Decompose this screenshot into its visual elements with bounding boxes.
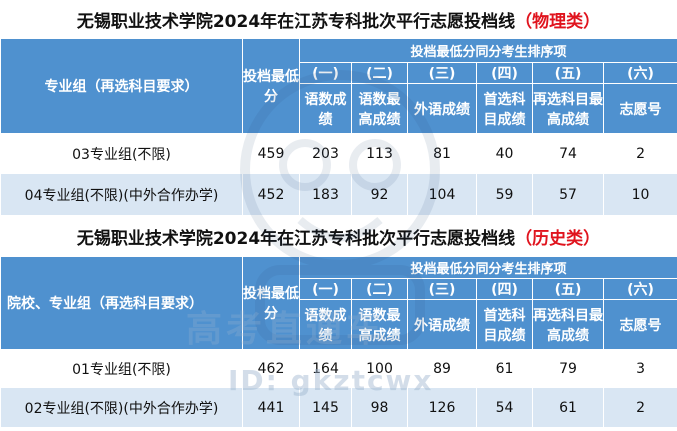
physics-category: （物理类） <box>515 11 601 32</box>
physics-rank-name-3: 外语成绩 <box>407 83 477 134</box>
rank-cell: 61 <box>476 349 533 388</box>
physics-rank-num-3: (三) <box>407 62 477 84</box>
physics-rank-num-1: (一) <box>299 62 352 84</box>
history-rank-num-6: (六) <box>602 278 677 300</box>
physics-rank-name-1: 语数成绩 <box>299 83 352 134</box>
table-row: 04专业组(不限)(中外合作办学) 452 183 92 104 59 57 1… <box>0 173 677 216</box>
group-cell: 04专业组(不限)(中外合作办学) <box>0 173 243 216</box>
history-title-row: 无锡职业技术学院2024年在江苏专科批次平行志愿投档线 （历史类） <box>0 216 677 256</box>
physics-table: 专业组（再选科目要求） 投档最低分 投档最低分同分考生排序项 (一) (二) (… <box>0 38 677 216</box>
rank-cell: 104 <box>407 173 477 216</box>
history-rank-name-1: 语数成绩 <box>299 299 352 350</box>
rank-cell: 3 <box>602 349 677 388</box>
physics-col-min: 投档最低分 <box>242 38 300 134</box>
physics-rank-num-5: (五) <box>532 62 604 84</box>
rank-cell: 61 <box>532 387 604 428</box>
physics-title-row: 无锡职业技术学院2024年在江苏专科批次平行志愿投档线 （物理类） <box>0 0 677 38</box>
history-col-min: 投档最低分 <box>242 256 300 350</box>
physics-rank-num-4: (四) <box>476 62 533 84</box>
history-rank-num-4: (四) <box>476 278 533 300</box>
rank-cell: 164 <box>299 349 352 388</box>
group-cell: 03专业组(不限) <box>0 133 243 174</box>
physics-title: 无锡职业技术学院2024年在江苏专科批次平行志愿投档线 <box>76 11 516 32</box>
history-rank-name-2: 语数最高成绩 <box>351 299 408 350</box>
rank-cell: 74 <box>532 133 604 174</box>
group-cell: 02专业组(不限)(中外合作办学) <box>0 387 243 428</box>
rank-cell: 81 <box>407 133 477 174</box>
history-table: 院校、专业组（再选科目要求） 投档最低分 投档最低分同分考生排序项 (一) (二… <box>0 256 677 428</box>
rank-cell: 10 <box>602 173 677 216</box>
history-rank-name-4: 首选科目成绩 <box>476 299 533 350</box>
history-rank-num-2: (二) <box>351 278 408 300</box>
rank-cell: 113 <box>351 133 408 174</box>
history-rank-num-1: (一) <box>299 278 352 300</box>
min-score-cell: 452 <box>242 173 300 216</box>
physics-rank-num-2: (二) <box>351 62 408 84</box>
rank-cell: 92 <box>351 173 408 216</box>
physics-rank-num-6: (六) <box>602 62 677 84</box>
history-rank-num-3: (三) <box>407 278 477 300</box>
rank-cell: 100 <box>351 349 408 388</box>
rank-cell: 98 <box>351 387 408 428</box>
history-col-group: 院校、专业组（再选科目要求） <box>0 256 243 350</box>
rank-cell: 59 <box>476 173 533 216</box>
rank-cell: 183 <box>299 173 352 216</box>
rank-cell: 145 <box>299 387 352 428</box>
min-score-cell: 441 <box>242 387 300 428</box>
physics-col-group: 专业组（再选科目要求） <box>0 38 243 134</box>
rank-cell: 54 <box>476 387 533 428</box>
history-col-min-label: 投档最低分 <box>243 286 299 322</box>
history-rank-name-5: 再选科目最高成绩 <box>532 299 604 350</box>
table-row: 02专业组(不限)(中外合作办学) 441 145 98 126 54 61 2 <box>0 387 677 428</box>
history-rank-num-5: (五) <box>532 278 604 300</box>
history-rank-name-3: 外语成绩 <box>407 299 477 350</box>
rank-cell: 203 <box>299 133 352 174</box>
history-rank-name-6: 志愿号 <box>602 299 677 350</box>
physics-col-min-label: 投档最低分 <box>243 69 299 105</box>
rank-cell: 89 <box>407 349 477 388</box>
rank-cell: 40 <box>476 133 533 174</box>
min-score-cell: 459 <box>242 133 300 174</box>
rank-cell: 2 <box>602 133 677 174</box>
table-row: 01专业组(不限) 462 164 100 89 61 79 3 <box>0 349 677 388</box>
history-category: （历史类） <box>515 228 601 249</box>
rank-cell: 126 <box>407 387 477 428</box>
history-title: 无锡职业技术学院2024年在江苏专科批次平行志愿投档线 <box>76 228 516 249</box>
history-rank-header: 投档最低分同分考生排序项 <box>298 256 677 279</box>
min-score-cell: 462 <box>242 349 300 388</box>
table-row: 03专业组(不限) 459 203 113 81 40 74 2 <box>0 133 677 174</box>
physics-rank-header: 投档最低分同分考生排序项 <box>298 38 677 63</box>
group-cell: 01专业组(不限) <box>0 349 243 388</box>
rank-cell: 2 <box>602 387 677 428</box>
physics-rank-name-5: 再选科目最高成绩 <box>532 83 604 134</box>
physics-rank-name-6: 志愿号 <box>602 83 677 134</box>
rank-cell: 79 <box>532 349 604 388</box>
physics-rank-name-2: 语数最高成绩 <box>351 83 408 134</box>
page: 无锡职业技术学院2024年在江苏专科批次平行志愿投档线 （物理类） 专业组（再选科… <box>0 0 677 431</box>
rank-cell: 57 <box>532 173 604 216</box>
physics-rank-name-4: 首选科目成绩 <box>476 83 533 134</box>
